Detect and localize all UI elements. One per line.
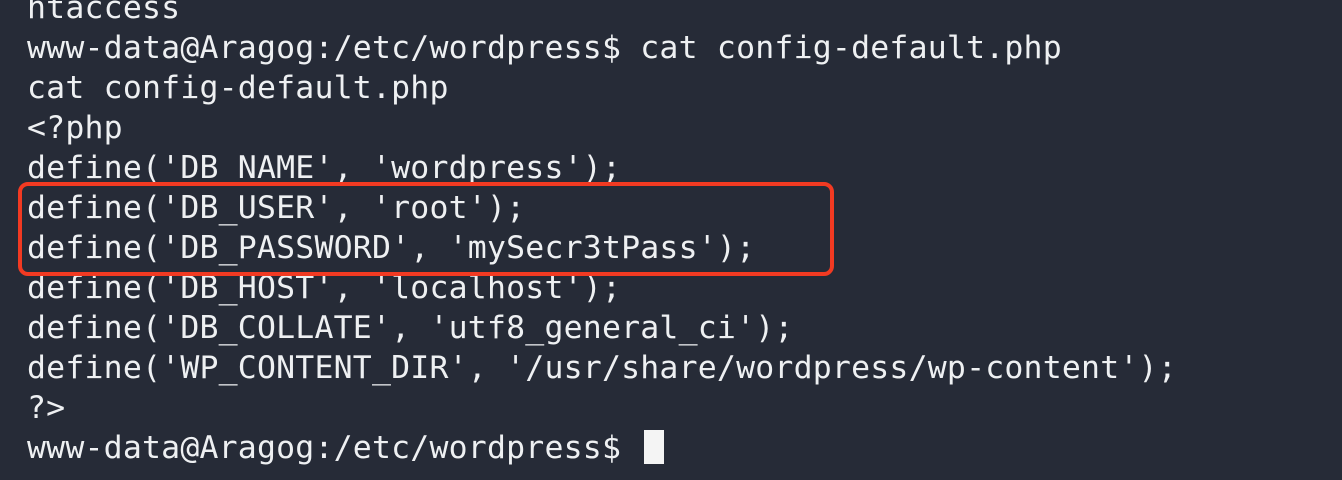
shell-prompt: www-data@Aragog:/etc/wordpress$ xyxy=(27,430,641,466)
text-cursor[interactable] xyxy=(644,430,665,464)
terminal-line: ?> xyxy=(27,390,66,426)
terminal-output: htaccess www-data@Aragog:/etc/wordpress$… xyxy=(27,0,1177,468)
terminal-line-highlighted: define('DB_USER', 'root'); xyxy=(27,190,526,226)
terminal-line: define('DB_NAME', 'wordpress'); xyxy=(27,150,622,186)
terminal-line: htaccess xyxy=(27,0,181,26)
terminal-line: define('DB_COLLATE', 'utf8_general_ci'); xyxy=(27,310,794,346)
terminal-line: www-data@Aragog:/etc/wordpress$ cat conf… xyxy=(27,30,1062,66)
terminal-line: cat config-default.php xyxy=(27,70,449,106)
terminal-line: <?php xyxy=(27,110,123,146)
terminal-prompt-line[interactable]: www-data@Aragog:/etc/wordpress$ xyxy=(27,428,1177,468)
terminal-window[interactable]: htaccess www-data@Aragog:/etc/wordpress$… xyxy=(0,0,1342,480)
terminal-line-highlighted: define('DB_PASSWORD', 'mySecr3tPass'); xyxy=(27,230,756,266)
terminal-line: define('DB_HOST', 'localhost'); xyxy=(27,270,622,306)
terminal-line: define('WP_CONTENT_DIR', '/usr/share/wor… xyxy=(27,350,1177,386)
